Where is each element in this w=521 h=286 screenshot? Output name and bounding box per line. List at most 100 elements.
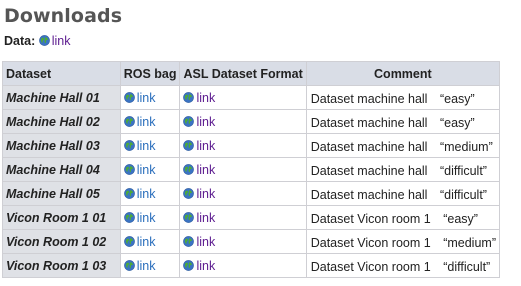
ros-bag-link[interactable]: link [124,234,156,249]
comment-cell: Dataset machine hall “difficult” [305,157,501,182]
col-dataset: Dataset [2,61,121,86]
comment-cell: Dataset machine hall “easy” [305,85,501,110]
globe-icon [124,92,135,103]
globe-icon [124,212,135,223]
globe-icon [183,212,194,223]
ros-bag-link-text: link [136,90,156,105]
asl-format-link[interactable]: link [183,235,215,249]
dataset-name: Vicon Room 1 01 [2,205,121,230]
asl-format-cell: link [179,157,307,182]
dataset-name: Machine Hall 04 [2,157,121,182]
asl-format-link-text: link [196,234,216,249]
table-row: Vicon Room 1 03 link link Dataset Vicon roo… [2,253,501,278]
globe-icon [183,116,194,127]
globe-icon [183,188,194,199]
asl-format-cell: link [179,85,307,110]
dataset-name: Vicon Room 1 02 [2,229,121,254]
globe-icon [124,116,135,127]
globe-icon [183,164,194,175]
asl-format-link-text: link [196,210,216,225]
col-ros-bag: ROS bag [119,61,181,86]
globe-icon [124,140,135,151]
dataset-name: Machine Hall 02 [2,109,121,134]
ros-bag-link-text: link [136,114,156,129]
globe-icon [124,236,135,247]
table-row: Machine Hall 03 link link Dataset machine h… [2,133,501,158]
dataset-name: Machine Hall 05 [2,181,121,206]
asl-format-link-text: link [196,162,216,177]
asl-format-cell: link [179,133,307,158]
table-header-row: Dataset ROS bag ASL Dataset Format Comme… [2,61,501,86]
ros-bag-cell: link [119,253,181,278]
ros-bag-link-text: link [136,258,156,273]
ros-bag-link[interactable]: link [124,114,156,129]
asl-format-link-text: link [196,90,216,105]
asl-format-link[interactable]: link [183,163,215,177]
comment-cell: Dataset machine hall “difficult” [305,181,501,206]
dataset-name: Machine Hall 01 [2,85,121,110]
ros-bag-link[interactable]: link [124,162,156,177]
asl-format-link[interactable]: link [183,259,215,273]
globe-icon [183,236,194,247]
table-row: Machine Hall 05 link link Dataset machine h… [2,181,501,206]
data-link-text: link [51,34,71,48]
asl-format-cell: link [179,253,307,278]
table-row: Vicon Room 1 02 link link Dataset Vicon roo… [2,229,501,254]
ros-bag-link[interactable]: link [124,90,156,105]
asl-format-link-text: link [196,114,216,129]
ros-bag-link-text: link [136,186,156,201]
ros-bag-link-text: link [136,162,156,177]
asl-format-link-text: link [196,138,216,153]
table-row: Machine Hall 01 link link Dataset machine h… [2,85,501,110]
asl-format-link-text: link [196,186,216,201]
globe-icon [124,188,135,199]
ros-bag-link-text: link [136,234,156,249]
ros-bag-cell: link [119,109,181,134]
comment-cell: Dataset Vicon room 1 “medium” [305,229,501,254]
data-link[interactable]: link [39,34,71,48]
data-label: Data: [4,34,36,48]
ros-bag-link[interactable]: link [124,138,156,153]
col-asl-format: ASL Dataset Format [179,61,307,86]
asl-format-link[interactable]: link [183,91,215,105]
asl-format-cell: link [179,181,307,206]
globe-icon [183,92,194,103]
ros-bag-cell: link [119,181,181,206]
globe-icon [183,140,194,151]
ros-bag-cell: link [119,229,181,254]
page: Downloads Data: link Dataset ROS bag ASL… [0,0,521,278]
asl-format-cell: link [179,109,307,134]
globe-icon [39,35,50,46]
ros-bag-cell: link [119,157,181,182]
asl-format-link[interactable]: link [183,115,215,129]
asl-format-link[interactable]: link [183,187,215,201]
globe-icon [183,260,194,271]
asl-format-cell: link [179,205,307,230]
asl-format-link-text: link [196,258,216,273]
dataset-name: Machine Hall 03 [2,133,121,158]
ros-bag-link[interactable]: link [124,211,155,225]
page-title: Downloads [4,5,123,27]
asl-format-link[interactable]: link [183,211,215,225]
table-row: Vicon Room 1 01 link link Dataset Vicon roo… [2,205,501,230]
table-row: Machine Hall 02 link link Dataset machine h… [2,109,501,134]
globe-icon [124,260,135,271]
ros-bag-link-text: link [136,138,156,153]
comment-cell: Dataset Vicon room 1 “difficult” [305,253,501,278]
comment-cell: Dataset machine hall “medium” [305,133,501,158]
ros-bag-cell: link [119,133,181,158]
asl-format-link[interactable]: link [183,139,215,153]
comment-cell: Dataset machine hall “easy” [305,109,501,134]
ros-bag-cell: link [119,205,181,230]
downloads-table: Dataset ROS bag ASL Dataset Format Comme… [2,61,501,278]
data-line: Data: link [4,33,521,49]
comment-cell: Dataset Vicon room 1 “easy” [305,205,501,230]
dataset-name: Vicon Room 1 03 [2,253,121,278]
asl-format-cell: link [179,229,307,254]
ros-bag-link[interactable]: link [124,258,156,273]
col-comment: Comment [305,61,501,86]
table-row: Machine Hall 04 link link Dataset machine h… [2,157,501,182]
ros-bag-link[interactable]: link [124,186,156,201]
ros-bag-cell: link [119,85,181,110]
globe-icon [124,164,135,175]
